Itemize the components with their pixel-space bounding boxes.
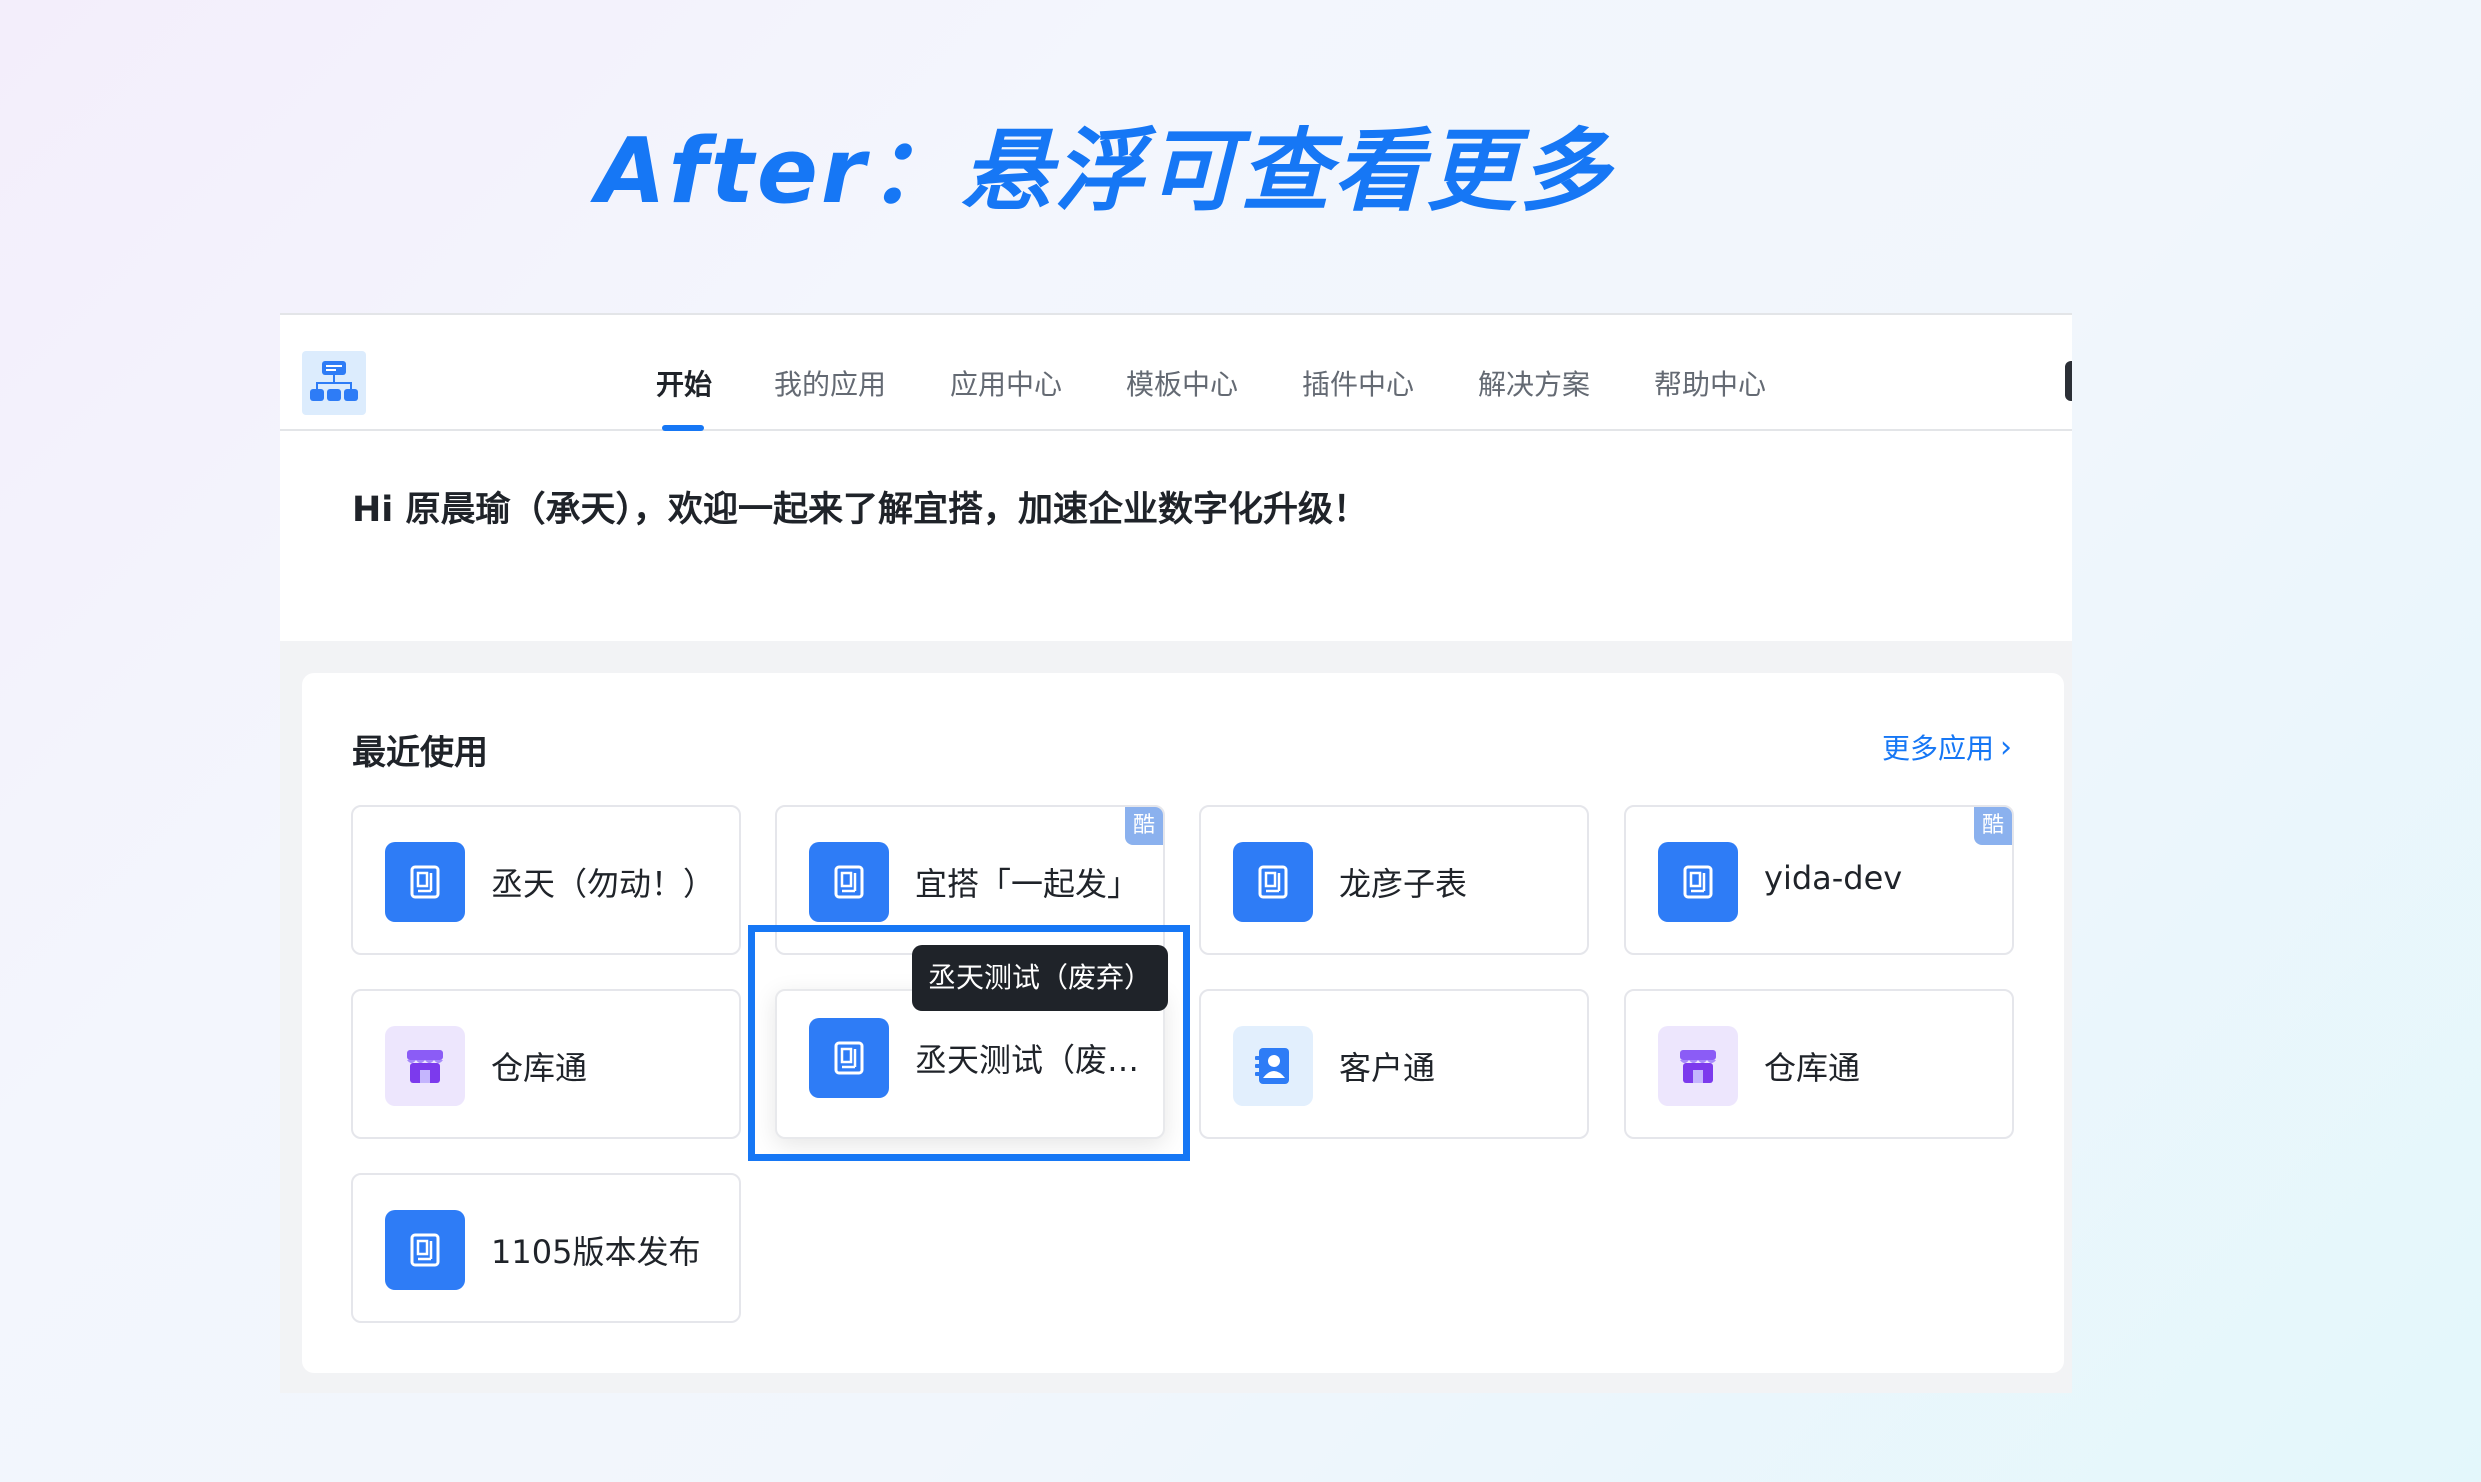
nav-tab-solutions[interactable]: 解决方案: [1478, 367, 1590, 403]
chevron-right-icon: ›: [2000, 729, 2012, 765]
contact-icon: [1233, 1026, 1313, 1106]
more-apps-label: 更多应用: [1881, 732, 1994, 765]
nav-tab-app-center[interactable]: 应用中心: [950, 367, 1062, 403]
app-card-name: 1105版本发布: [491, 1233, 701, 1271]
store-icon: [1658, 1026, 1738, 1106]
app-card-name: 仓库通: [1764, 1049, 1861, 1087]
top-nav-bar: 开始 我的应用 应用中心 模板中心 插件中心 解决方案 帮助中心: [280, 313, 2072, 431]
app-card-name: 丞天（勿动！）: [491, 865, 716, 903]
app-card-name: 仓库通: [491, 1049, 588, 1087]
app-card[interactable]: 仓库通: [351, 989, 741, 1139]
app-card[interactable]: 龙彦子表: [1199, 805, 1589, 955]
main-nav: 开始 我的应用 应用中心 模板中心 插件中心 解决方案 帮助中心: [280, 315, 2072, 433]
app-card[interactable]: yida-dev 酷: [1624, 805, 2014, 955]
recent-apps-title: 最近使用: [352, 733, 488, 773]
welcome-section: Hi 原晨瑜（承天），欢迎一起来了解宜搭，加速企业数字化升级！: [280, 431, 2072, 641]
nav-tab-start[interactable]: 开始: [656, 367, 712, 403]
app-frame: 开始 我的应用 应用中心 模板中心 插件中心 解决方案 帮助中心 Hi 原晨瑜（…: [280, 313, 2072, 1393]
store-icon: [385, 1026, 465, 1106]
nav-tab-template-center[interactable]: 模板中心: [1126, 367, 1238, 403]
user-avatar-edge[interactable]: [2065, 361, 2072, 401]
app-card-name: 龙彦子表: [1339, 865, 1468, 903]
more-apps-link[interactable]: 更多应用 ›: [1882, 727, 2012, 767]
document-icon: [1658, 842, 1738, 922]
greeting-text: Hi 原晨瑜（承天），欢迎一起来了解宜搭，加速企业数字化升级！: [352, 490, 1368, 530]
document-icon: [385, 1210, 465, 1290]
app-card[interactable]: 仓库通: [1624, 989, 2014, 1139]
app-card[interactable]: 客户通: [1199, 989, 1589, 1139]
app-card-name: 宜搭「一起发」: [915, 865, 1140, 903]
app-card-name: 客户通: [1339, 1049, 1436, 1087]
app-card[interactable]: 1105版本发布: [351, 1173, 741, 1323]
nav-tab-my-apps[interactable]: 我的应用: [774, 367, 886, 403]
app-card[interactable]: 丞天（勿动！）: [351, 805, 741, 955]
cool-badge: 酷: [1125, 807, 1163, 845]
document-icon: [1233, 842, 1313, 922]
headline: After：悬浮可查看更多: [596, 119, 1613, 224]
document-icon: [809, 842, 889, 922]
document-icon: [385, 842, 465, 922]
app-name-tooltip: 丞天测试（废弃）: [912, 945, 1168, 1011]
nav-tab-help-center[interactable]: 帮助中心: [1654, 367, 1766, 403]
nav-tab-plugin-center[interactable]: 插件中心: [1302, 367, 1414, 403]
cool-badge: 酷: [1974, 807, 2012, 845]
app-card-name: yida-dev: [1764, 859, 1903, 897]
